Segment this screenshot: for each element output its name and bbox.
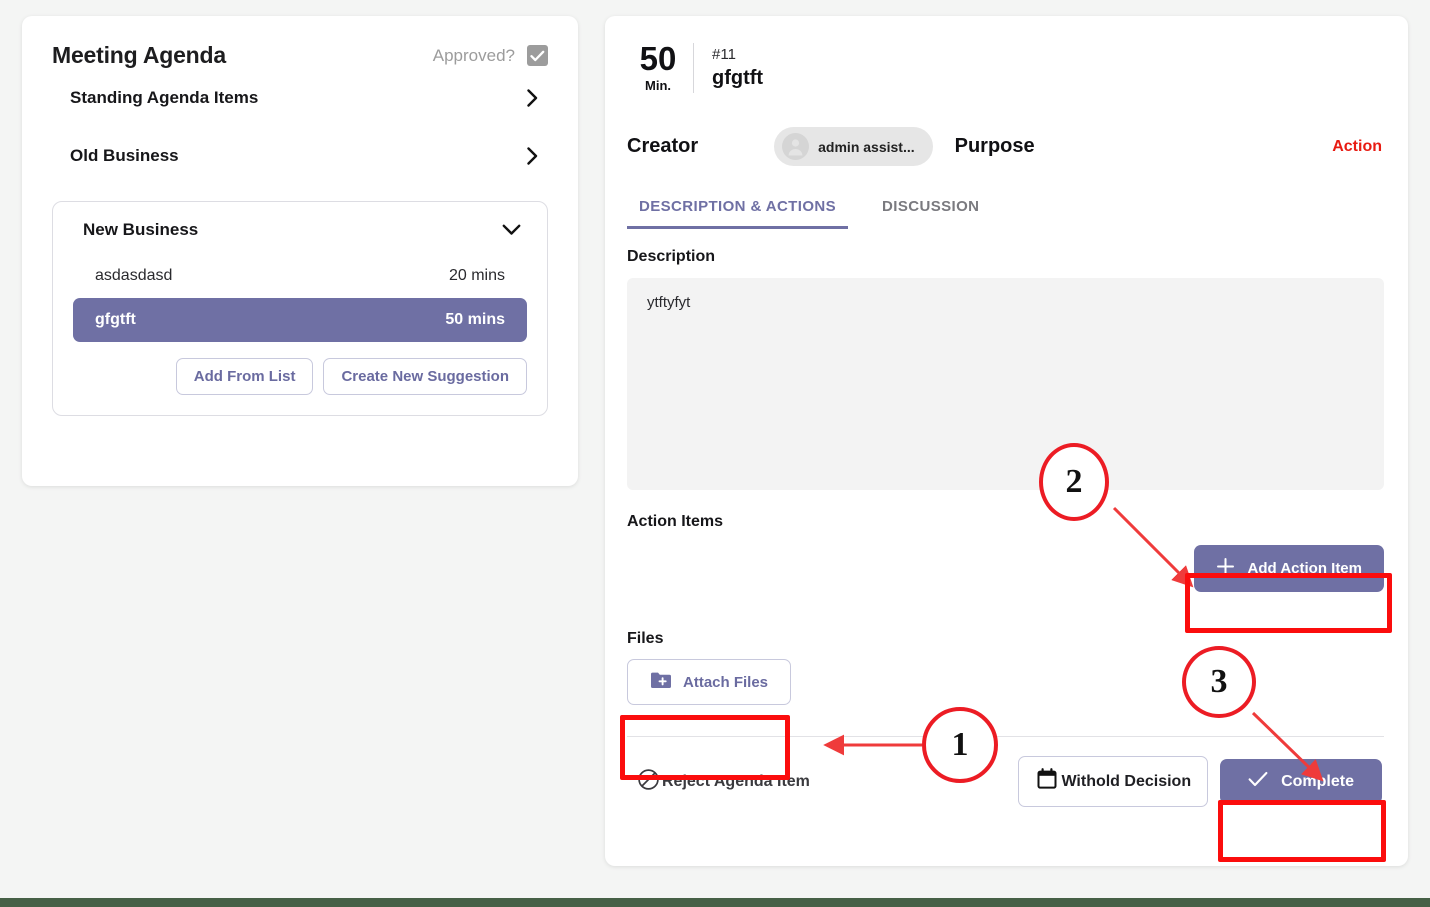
description-textarea[interactable]: ytftyfyt [627, 278, 1384, 490]
add-action-item-label: Add Action Item [1247, 560, 1362, 577]
create-new-suggestion-button[interactable]: Create New Suggestion [323, 358, 527, 395]
action-items-label: Action Items [627, 513, 724, 530]
agenda-item-duration: 20 mins [448, 267, 505, 284]
reject-agenda-item-button[interactable]: Reject Agenda Item [637, 768, 810, 796]
folder-plus-icon [650, 671, 672, 693]
agenda-item-name: asdasdasd [95, 267, 173, 284]
calendar-icon [1035, 767, 1059, 796]
approved-checkbox[interactable] [527, 45, 548, 66]
bottom-strip [0, 898, 1430, 907]
list-item[interactable]: asdasdasd 20 mins [73, 254, 527, 298]
complete-label: Complete [1281, 772, 1354, 790]
duration-value: 50 [639, 40, 677, 77]
item-title: gfgtft [712, 66, 764, 89]
agenda-item-detail-panel: 50 Min. #11 gfgtft Creator admin assist.… [605, 16, 1408, 866]
tab-description-and-actions[interactable]: DESCRIPTION & ACTIONS [627, 192, 849, 229]
new-business-title: New Business [83, 220, 199, 239]
item-number: #11 [712, 45, 736, 63]
app-root: Meeting Agenda Approved? Standing Agenda… [0, 0, 1430, 907]
approved-control: Approved? [433, 45, 548, 66]
creator-name: admin assist... [818, 138, 915, 155]
new-business-card: New Business asdasdasd 20 mins gfgtft 50… [52, 201, 548, 416]
chevron-right-icon [527, 147, 538, 165]
sidebar-item-old-business[interactable]: Old Business [52, 127, 548, 185]
duration-unit: Min. [645, 78, 671, 93]
withold-label: Withold Decision [1061, 772, 1192, 790]
detail-tabs: DESCRIPTION & ACTIONS DISCUSSION [627, 192, 1384, 229]
item-identity: #11 gfgtft [712, 46, 763, 90]
add-from-list-button[interactable]: Add From List [175, 358, 314, 395]
meta-row: Creator admin assist... Purpose Action [627, 127, 1384, 166]
description-text: ytftyfyt [647, 294, 691, 311]
check-icon [530, 50, 545, 61]
reject-label: Reject Agenda Item [662, 772, 810, 790]
withold-decision-button[interactable]: Withold Decision [1018, 756, 1209, 807]
agenda-item-duration: 50 mins [445, 311, 505, 328]
tab-discussion[interactable]: DISCUSSION [870, 192, 991, 229]
action-items-toolbar: Add Action Item [627, 545, 1384, 592]
divider [693, 42, 694, 93]
check-icon [1248, 771, 1268, 792]
meeting-agenda-card: Meeting Agenda Approved? Standing Agenda… [22, 16, 578, 486]
creator-label: Creator [627, 135, 699, 157]
sidebar-item-standing-agenda-items[interactable]: Standing Agenda Items [52, 69, 548, 127]
duration-block: 50 Min. [627, 42, 689, 93]
agenda-item-name: gfgtft [95, 311, 136, 328]
agenda-header: Meeting Agenda Approved? [52, 42, 548, 69]
attach-files-button[interactable]: Attach Files [627, 659, 792, 705]
section-label: Old Business [70, 146, 179, 165]
add-action-item-button[interactable]: Add Action Item [1193, 545, 1384, 592]
chevron-right-icon [527, 89, 538, 107]
section-label: Standing Agenda Items [70, 88, 259, 107]
footer-actions: Withold Decision Complete [1018, 756, 1382, 807]
chevron-down-icon [502, 224, 521, 236]
purpose-label: Purpose [954, 135, 1035, 157]
attach-files-label: Attach Files [683, 673, 769, 691]
new-business-actions: Add From List Create New Suggestion [73, 358, 527, 395]
files-label: Files [627, 630, 664, 647]
plus-icon [1216, 557, 1235, 580]
description-label: Description [627, 248, 716, 265]
detail-header: 50 Min. #11 gfgtft [627, 42, 1384, 93]
approved-label: Approved? [432, 45, 515, 65]
creator-chip[interactable]: admin assist... [774, 127, 933, 166]
prohibit-icon [637, 768, 660, 796]
list-item-selected[interactable]: gfgtft 50 mins [73, 298, 527, 342]
new-business-header[interactable]: New Business [73, 220, 527, 240]
page-title: Meeting Agenda [52, 42, 226, 68]
person-icon [788, 139, 803, 156]
detail-footer: Reject Agenda Item Withold Decision Comp… [627, 737, 1384, 807]
avatar [782, 133, 810, 160]
purpose-value: Action [1332, 137, 1382, 155]
complete-button[interactable]: Complete [1220, 759, 1382, 804]
